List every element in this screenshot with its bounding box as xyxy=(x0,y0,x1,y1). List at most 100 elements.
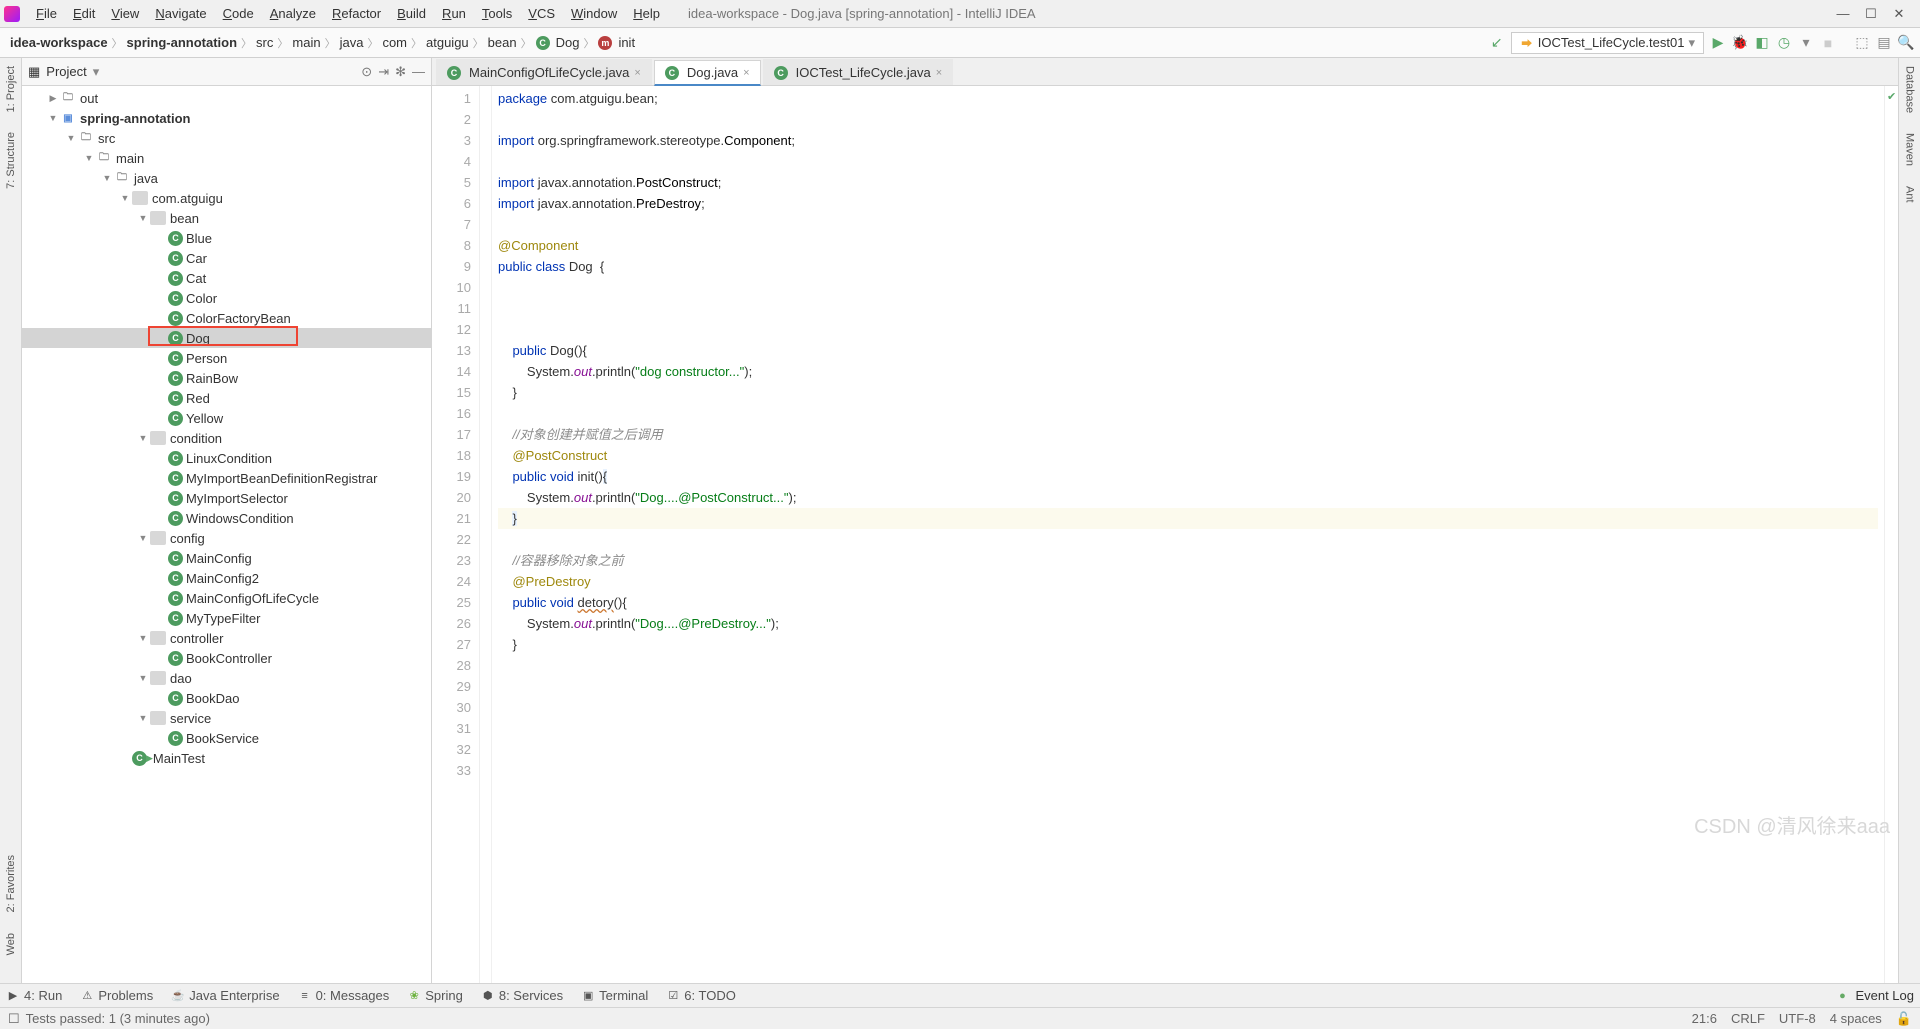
breadcrumb-dog[interactable]: CDog xyxy=(532,34,584,51)
close-button[interactable]: ✕ xyxy=(1890,5,1908,23)
tree-node-colorfactorybean[interactable]: CColorFactoryBean xyxy=(22,308,431,328)
tree-node-person[interactable]: CPerson xyxy=(22,348,431,368)
menu-navigate[interactable]: Navigate xyxy=(147,4,214,23)
readonly-lock-icon[interactable]: 🔓 xyxy=(1896,1011,1912,1027)
caret-position[interactable]: 21:6 xyxy=(1692,1011,1717,1026)
search-everywhere-button[interactable]: 🔍 xyxy=(1898,35,1914,51)
tree-node-dog[interactable]: CDog xyxy=(22,328,431,348)
menu-run[interactable]: Run xyxy=(434,4,474,23)
bt-run[interactable]: ▶4: Run xyxy=(6,988,62,1003)
project-tree[interactable]: ▶🗀out▼▣spring-annotation▼🗀src▼🗀main▼🗀jav… xyxy=(22,86,431,983)
menu-refactor[interactable]: Refactor xyxy=(324,4,389,23)
tree-node-service[interactable]: ▼service xyxy=(22,708,431,728)
line-separator[interactable]: CRLF xyxy=(1731,1011,1765,1026)
hide-icon[interactable]: — xyxy=(412,64,425,80)
rail-favorites[interactable]: 2: Favorites xyxy=(5,855,17,912)
tree-node-out[interactable]: ▶🗀out xyxy=(22,88,431,108)
debug-button[interactable]: 🐞 xyxy=(1732,35,1748,51)
back-arrow-icon[interactable]: ↙ xyxy=(1489,35,1505,51)
file-encoding[interactable]: UTF-8 xyxy=(1779,1011,1816,1026)
locate-icon[interactable]: ⊙ xyxy=(361,64,372,80)
rail-web[interactable]: Web xyxy=(5,933,17,955)
tree-node-controller[interactable]: ▼controller xyxy=(22,628,431,648)
line-gutter[interactable]: 1234567891011121314151617181920212223242… xyxy=(432,86,480,983)
menu-analyze[interactable]: Analyze xyxy=(262,4,324,23)
tree-node-bookcontroller[interactable]: CBookController xyxy=(22,648,431,668)
tree-node-rainbow[interactable]: CRainBow xyxy=(22,368,431,388)
tree-node-dao[interactable]: ▼dao xyxy=(22,668,431,688)
tree-node-java[interactable]: ▼🗀java xyxy=(22,168,431,188)
tree-node-bean[interactable]: ▼bean xyxy=(22,208,431,228)
marker-strip[interactable]: ✔ xyxy=(1884,86,1898,983)
maximize-button[interactable]: ☐ xyxy=(1862,5,1880,23)
project-structure-button[interactable]: ▤ xyxy=(1876,35,1892,51)
minimize-button[interactable]: — xyxy=(1834,5,1852,23)
breadcrumb-java[interactable]: java xyxy=(336,34,368,51)
tree-node-myimportbeandefinitionregistrar[interactable]: CMyImportBeanDefinitionRegistrar xyxy=(22,468,431,488)
bt-java-enterprise[interactable]: ☕Java Enterprise xyxy=(171,988,279,1003)
menu-file[interactable]: File xyxy=(28,4,65,23)
rail-database[interactable]: Database xyxy=(1904,66,1916,113)
tree-node-car[interactable]: CCar xyxy=(22,248,431,268)
attach-button[interactable]: ▾ xyxy=(1798,35,1814,51)
menu-edit[interactable]: Edit xyxy=(65,4,103,23)
menu-help[interactable]: Help xyxy=(625,4,668,23)
bt-spring[interactable]: ❀Spring xyxy=(407,988,463,1003)
settings-icon[interactable]: ✻ xyxy=(395,64,406,80)
menu-build[interactable]: Build xyxy=(389,4,434,23)
tree-node-myimportselector[interactable]: CMyImportSelector xyxy=(22,488,431,508)
tree-node-color[interactable]: CColor xyxy=(22,288,431,308)
run-config-selector[interactable]: ⮕ IOCTest_LifeCycle.test01 ▾ xyxy=(1511,32,1704,54)
tab-close-icon[interactable]: × xyxy=(936,67,942,79)
tree-node-condition[interactable]: ▼condition xyxy=(22,428,431,448)
breadcrumb-init[interactable]: minit xyxy=(594,34,639,51)
menu-code[interactable]: Code xyxy=(215,4,262,23)
tree-node-spring-annotation[interactable]: ▼▣spring-annotation xyxy=(22,108,431,128)
run-button[interactable]: ▶ xyxy=(1710,35,1726,51)
tree-node-com-atguigu[interactable]: ▼com.atguigu xyxy=(22,188,431,208)
menu-tools[interactable]: Tools xyxy=(474,4,520,23)
breadcrumb-atguigu[interactable]: atguigu xyxy=(422,34,473,51)
tree-node-bookdao[interactable]: CBookDao xyxy=(22,688,431,708)
tree-node-maintest[interactable]: C▶MainTest xyxy=(22,748,431,768)
tree-node-config[interactable]: ▼config xyxy=(22,528,431,548)
tree-node-mainconfig[interactable]: CMainConfig xyxy=(22,548,431,568)
coverage-button[interactable]: ◧ xyxy=(1754,35,1770,51)
tree-node-mainconfigoflifecycle[interactable]: CMainConfigOfLifeCycle xyxy=(22,588,431,608)
tab-dog-java[interactable]: CDog.java× xyxy=(654,60,761,86)
tab-close-icon[interactable]: × xyxy=(634,67,640,79)
stop-button[interactable]: ■ xyxy=(1820,35,1836,51)
tab-close-icon[interactable]: × xyxy=(743,67,749,79)
breadcrumb-com[interactable]: com xyxy=(378,34,411,51)
bt-todo[interactable]: ☑6: TODO xyxy=(666,988,736,1003)
tree-node-src[interactable]: ▼🗀src xyxy=(22,128,431,148)
tree-node-linuxcondition[interactable]: CLinuxCondition xyxy=(22,448,431,468)
bt-messages[interactable]: ≡0: Messages xyxy=(298,988,390,1003)
breadcrumb-src[interactable]: src xyxy=(252,34,277,51)
tree-node-mytypefilter[interactable]: CMyTypeFilter xyxy=(22,608,431,628)
tab-mainconfigoflifecycle-java[interactable]: CMainConfigOfLifeCycle.java× xyxy=(436,59,652,85)
tree-node-main[interactable]: ▼🗀main xyxy=(22,148,431,168)
git-button[interactable]: ⬚ xyxy=(1854,35,1870,51)
tree-node-mainconfig2[interactable]: CMainConfig2 xyxy=(22,568,431,588)
tab-ioctest_lifecycle-java[interactable]: CIOCTest_LifeCycle.java× xyxy=(763,59,954,85)
expand-icon[interactable]: ⇥ xyxy=(378,64,389,80)
event-log-button[interactable]: Event Log xyxy=(1855,988,1914,1003)
tree-node-yellow[interactable]: CYellow xyxy=(22,408,431,428)
rail-project[interactable]: 1: Project xyxy=(5,66,17,112)
breadcrumb-idea-workspace[interactable]: idea-workspace xyxy=(6,34,112,51)
tree-node-blue[interactable]: CBlue xyxy=(22,228,431,248)
bt-terminal[interactable]: ▣Terminal xyxy=(581,988,648,1003)
bt-services[interactable]: ⬢8: Services xyxy=(481,988,563,1003)
profile-button[interactable]: ◷ xyxy=(1776,35,1792,51)
menu-window[interactable]: Window xyxy=(563,4,625,23)
code-editor[interactable]: package com.atguigu.bean; import org.spr… xyxy=(492,86,1884,983)
tree-node-red[interactable]: CRed xyxy=(22,388,431,408)
tree-node-bookservice[interactable]: CBookService xyxy=(22,728,431,748)
rail-maven[interactable]: Maven xyxy=(1904,133,1916,166)
tree-node-windowscondition[interactable]: CWindowsCondition xyxy=(22,508,431,528)
project-view-dropdown-icon[interactable]: ▾ xyxy=(93,64,100,80)
bt-problems[interactable]: ⚠Problems xyxy=(80,988,153,1003)
breadcrumb-main[interactable]: main xyxy=(288,34,324,51)
rail-structure[interactable]: 7: Structure xyxy=(5,132,17,189)
